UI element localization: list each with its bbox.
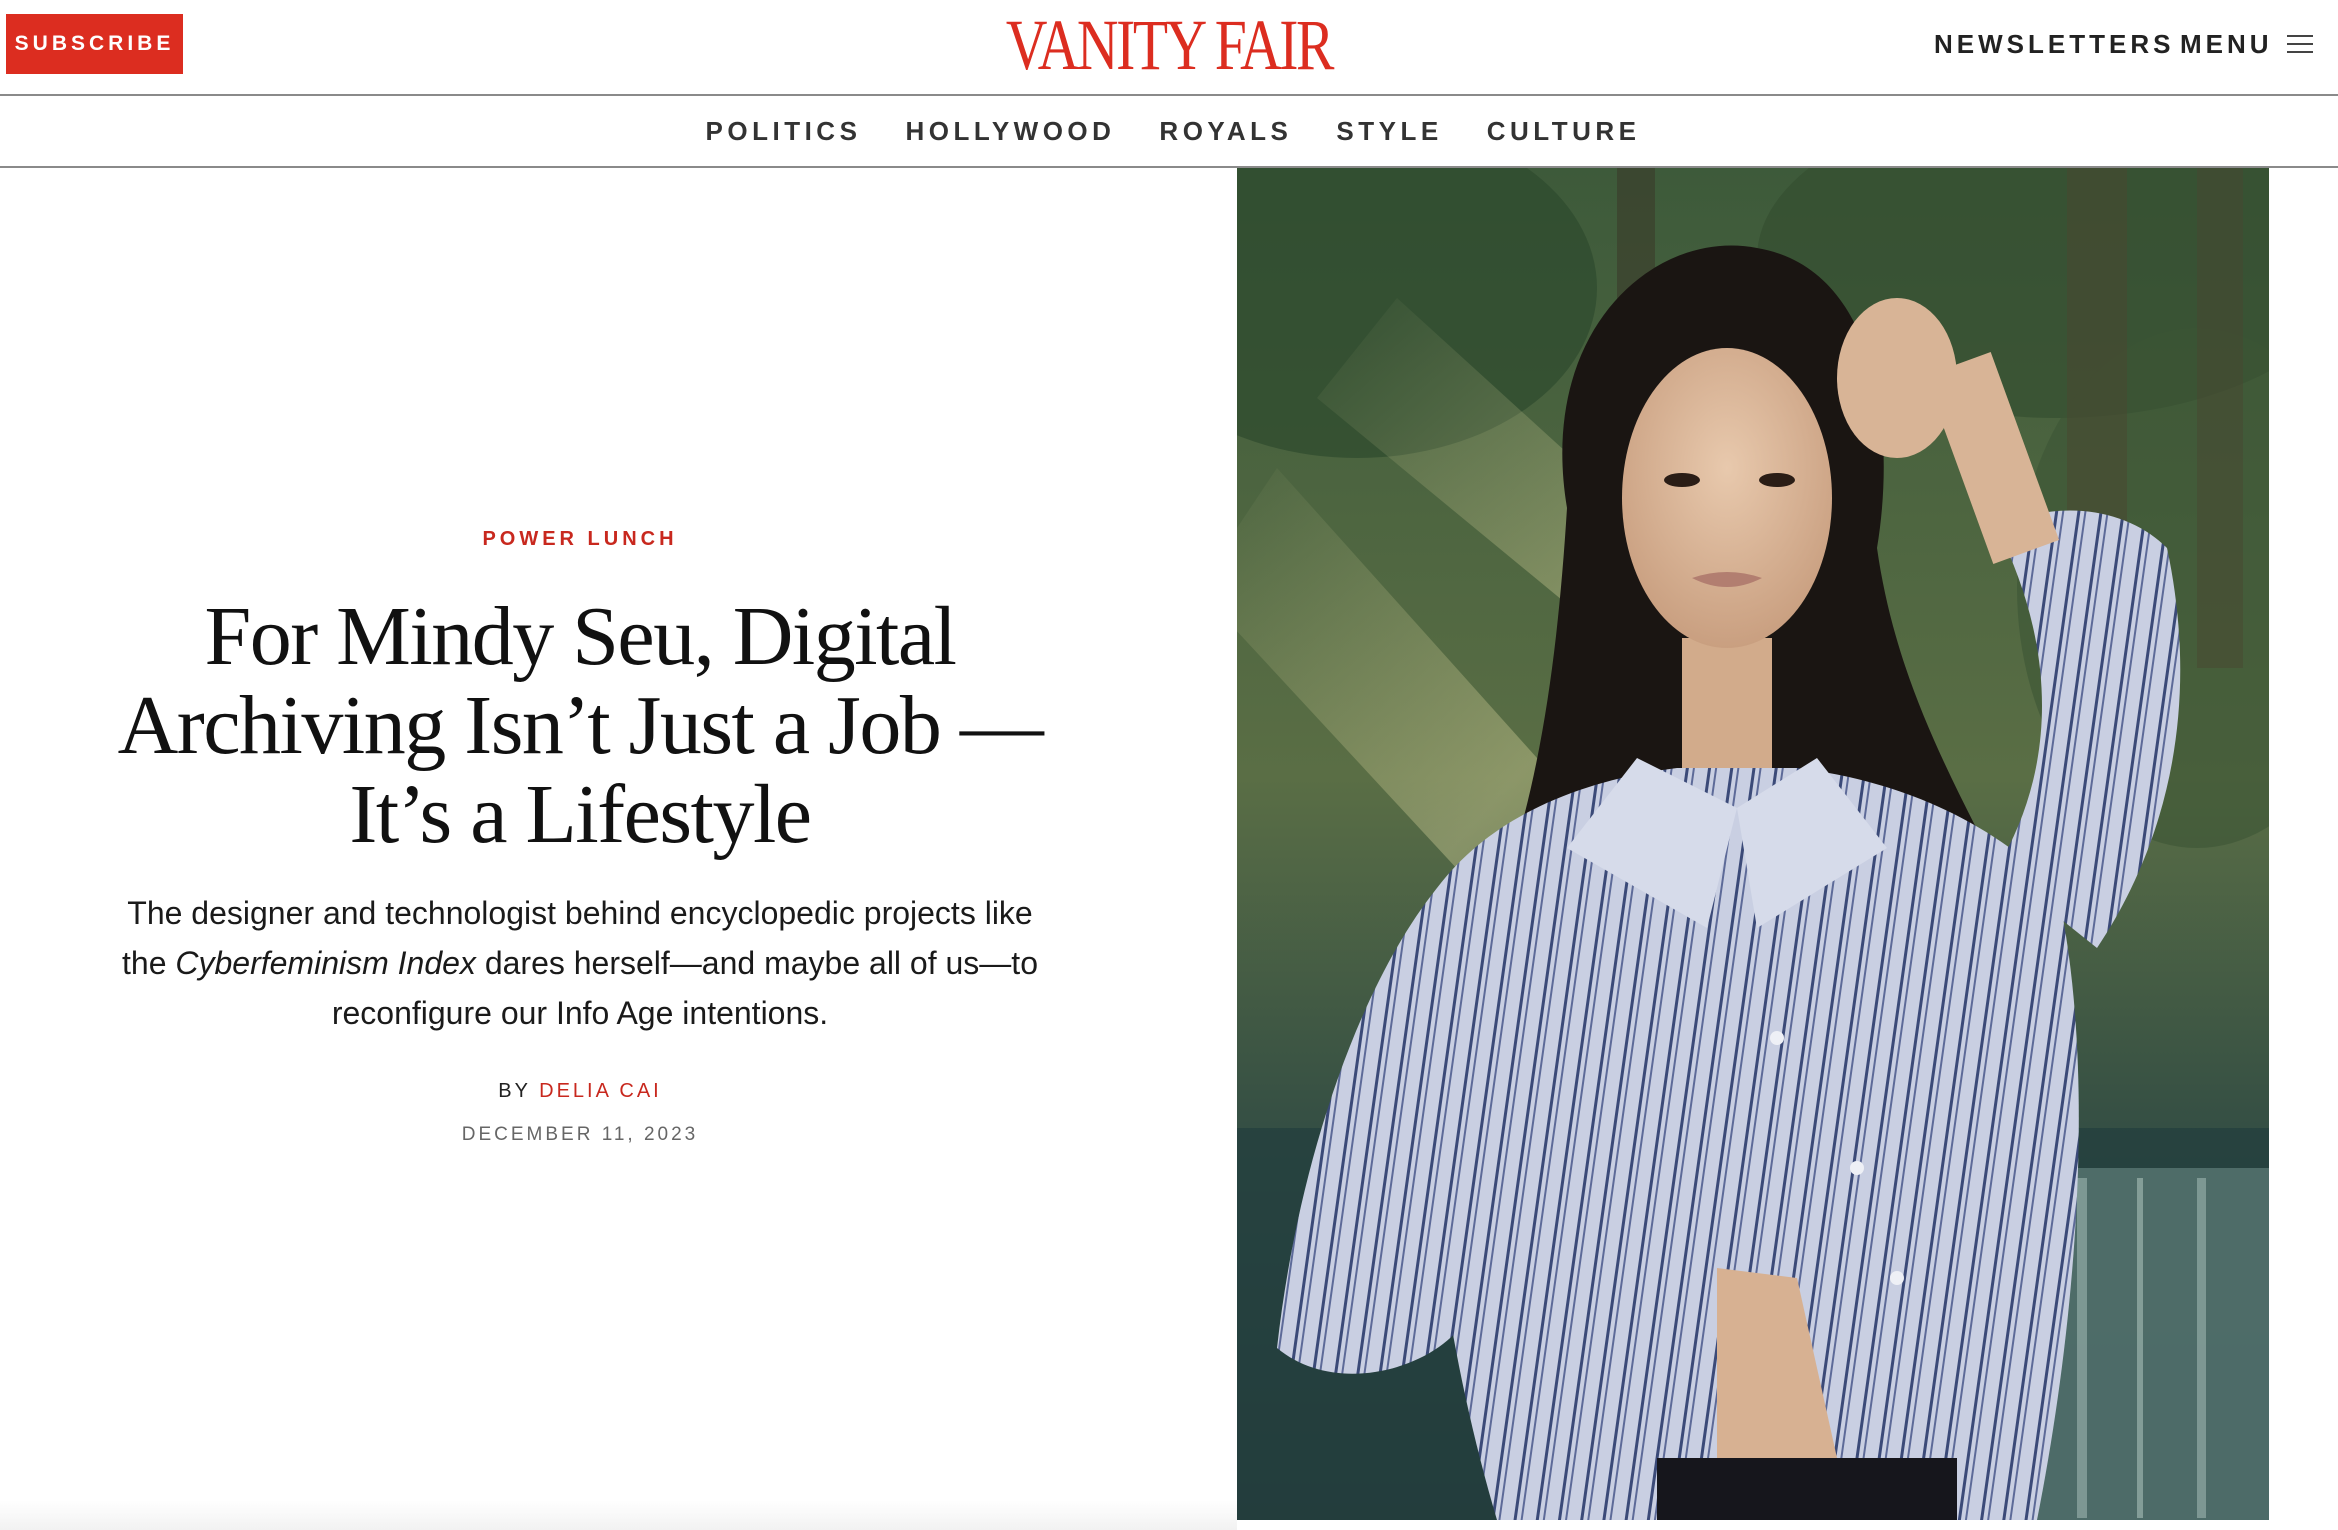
hero-portrait-image (1237, 168, 2269, 1520)
nav-item-politics[interactable]: POLITICS (706, 116, 862, 147)
hamburger-icon (2286, 33, 2313, 55)
menu-button[interactable]: MENU (2180, 26, 2313, 62)
section-nav: POLITICS HOLLYWOOD ROYALS STYLE CULTURE (0, 96, 2338, 168)
article-header: POWER LUNCH For Mindy Seu, Digital Archi… (100, 168, 1060, 1530)
nav-item-hollywood[interactable]: HOLLYWOOD (905, 116, 1115, 147)
menu-label: MENU (2180, 28, 2273, 59)
byline-prefix: BY (498, 1080, 540, 1102)
nav-item-royals[interactable]: ROYALS (1159, 116, 1292, 147)
dek-italic-title: Cyberfeminism Index (175, 945, 476, 981)
author-link[interactable]: DELIA CAI (539, 1080, 662, 1102)
byline: BY DELIA CAI (100, 1080, 1060, 1103)
article-dek: The designer and technologist behind enc… (120, 888, 1040, 1038)
article-rubric[interactable]: POWER LUNCH (100, 528, 1060, 551)
publish-date: DECEMBER 11, 2023 (461, 1124, 699, 1145)
nav-item-culture[interactable]: CULTURE (1487, 116, 1641, 147)
vanity-fair-logo[interactable]: VANITY FAIR (1006, 6, 1335, 84)
subscribe-button[interactable]: SUBSCRIBE (6, 14, 183, 74)
nav-item-style[interactable]: STYLE (1336, 116, 1442, 147)
article-headline: For Mindy Seu, Digital Archiving Isn’t J… (117, 590, 1044, 861)
top-bar: SUBSCRIBE VANITY FAIR NEWSLETTERS MENU (0, 0, 2338, 96)
scroll-fade (0, 1500, 1237, 1530)
newsletters-link[interactable]: NEWSLETTERS (1934, 26, 2174, 62)
